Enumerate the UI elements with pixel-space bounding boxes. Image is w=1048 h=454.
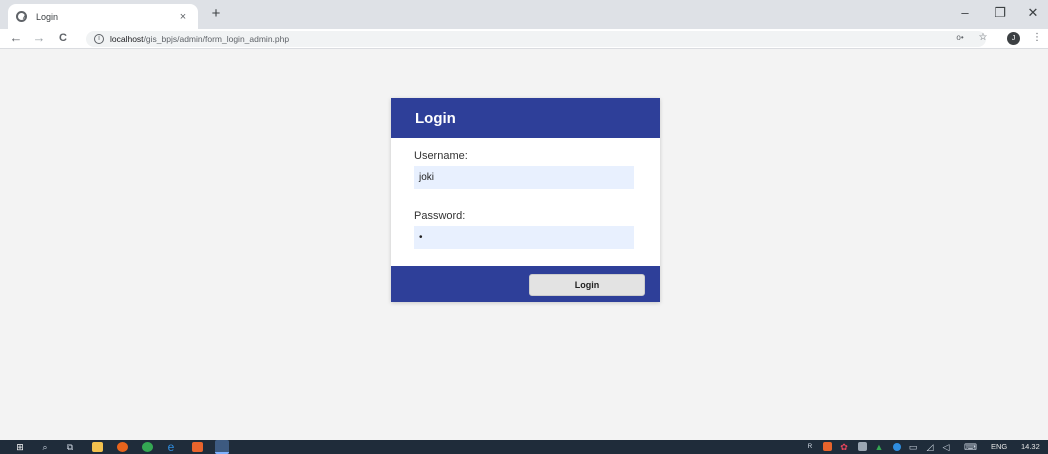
chrome-icon[interactable] bbox=[142, 442, 153, 452]
reload-button[interactable]: C bbox=[55, 32, 71, 44]
tray-app-icon[interactable] bbox=[823, 442, 832, 451]
globe-icon bbox=[16, 11, 27, 22]
drive-icon[interactable]: ▲ bbox=[873, 440, 885, 454]
login-form: Username: joki Password: • bbox=[391, 138, 660, 266]
info-icon[interactable]: i bbox=[94, 34, 104, 44]
scrollbar[interactable] bbox=[1042, 49, 1048, 440]
login-button[interactable]: Login bbox=[529, 274, 645, 296]
key-icon[interactable]: o• bbox=[953, 33, 967, 42]
new-tab-button[interactable]: + bbox=[206, 5, 226, 22]
password-input[interactable]: • bbox=[414, 226, 634, 249]
close-window-button[interactable]: ✕ bbox=[1018, 5, 1048, 21]
task-view-icon[interactable]: ⧉ bbox=[64, 440, 76, 454]
profile-avatar[interactable]: J bbox=[1007, 32, 1020, 45]
star-icon[interactable]: ☆ bbox=[976, 32, 990, 43]
taskbar: ⊞ ⌕ ⧉ e ᴿ ✿ ▲ ▭ ◿ ◁ ⌨ ENG 14.32 bbox=[0, 440, 1048, 454]
tray-red-icon[interactable]: ✿ bbox=[838, 440, 850, 454]
menu-icon[interactable]: ⋮ bbox=[1030, 32, 1044, 43]
tray-notes-icon[interactable] bbox=[858, 442, 867, 451]
clock[interactable]: 14.32 bbox=[1021, 440, 1040, 454]
wifi-icon[interactable]: ◿ bbox=[924, 440, 936, 454]
battery-icon[interactable]: ▭ bbox=[907, 440, 919, 454]
bluetooth-icon[interactable] bbox=[893, 443, 901, 451]
url-path: /gis_bpjs/admin/form_login_admin.php bbox=[143, 34, 290, 44]
forward-button[interactable]: → bbox=[31, 30, 47, 45]
login-header: Login bbox=[391, 98, 660, 138]
password-label: Password: bbox=[414, 210, 466, 222]
file-explorer-icon[interactable] bbox=[92, 442, 103, 452]
chrome-active-icon[interactable] bbox=[215, 440, 229, 454]
people-icon[interactable]: ᴿ bbox=[804, 440, 816, 454]
browser-toolbar: ← → C i localhost/gis_bpjs/admin/form_lo… bbox=[0, 29, 1048, 49]
username-input[interactable]: joki bbox=[414, 166, 634, 189]
browser-tab[interactable]: Login × bbox=[8, 4, 198, 29]
login-title: Login bbox=[415, 109, 456, 127]
tab-close-button[interactable]: × bbox=[176, 11, 190, 23]
sublime-icon[interactable] bbox=[192, 442, 203, 452]
username-label: Username: bbox=[414, 150, 468, 162]
edge-icon[interactable]: e bbox=[165, 440, 177, 454]
firefox-icon[interactable] bbox=[117, 442, 128, 452]
volume-icon[interactable]: ◁ bbox=[940, 440, 952, 454]
maximize-button[interactable]: ❐ bbox=[985, 5, 1015, 21]
search-icon[interactable]: ⌕ bbox=[39, 440, 51, 454]
login-card: Login Username: joki Password: • Login bbox=[391, 98, 660, 302]
back-button[interactable]: ← bbox=[8, 30, 24, 45]
minimize-button[interactable]: – bbox=[950, 5, 980, 20]
keyboard-icon[interactable]: ⌨ bbox=[964, 440, 977, 454]
language-indicator[interactable]: ENG bbox=[991, 440, 1007, 454]
tab-title: Login bbox=[36, 11, 59, 22]
url-host: localhost bbox=[110, 34, 144, 44]
login-footer: Login bbox=[391, 266, 660, 302]
windows-start-icon[interactable]: ⊞ bbox=[14, 440, 26, 454]
address-bar[interactable]: i localhost/gis_bpjs/admin/form_login_ad… bbox=[86, 31, 986, 47]
browser-tab-strip: Login × + – ❐ ✕ bbox=[0, 0, 1048, 29]
